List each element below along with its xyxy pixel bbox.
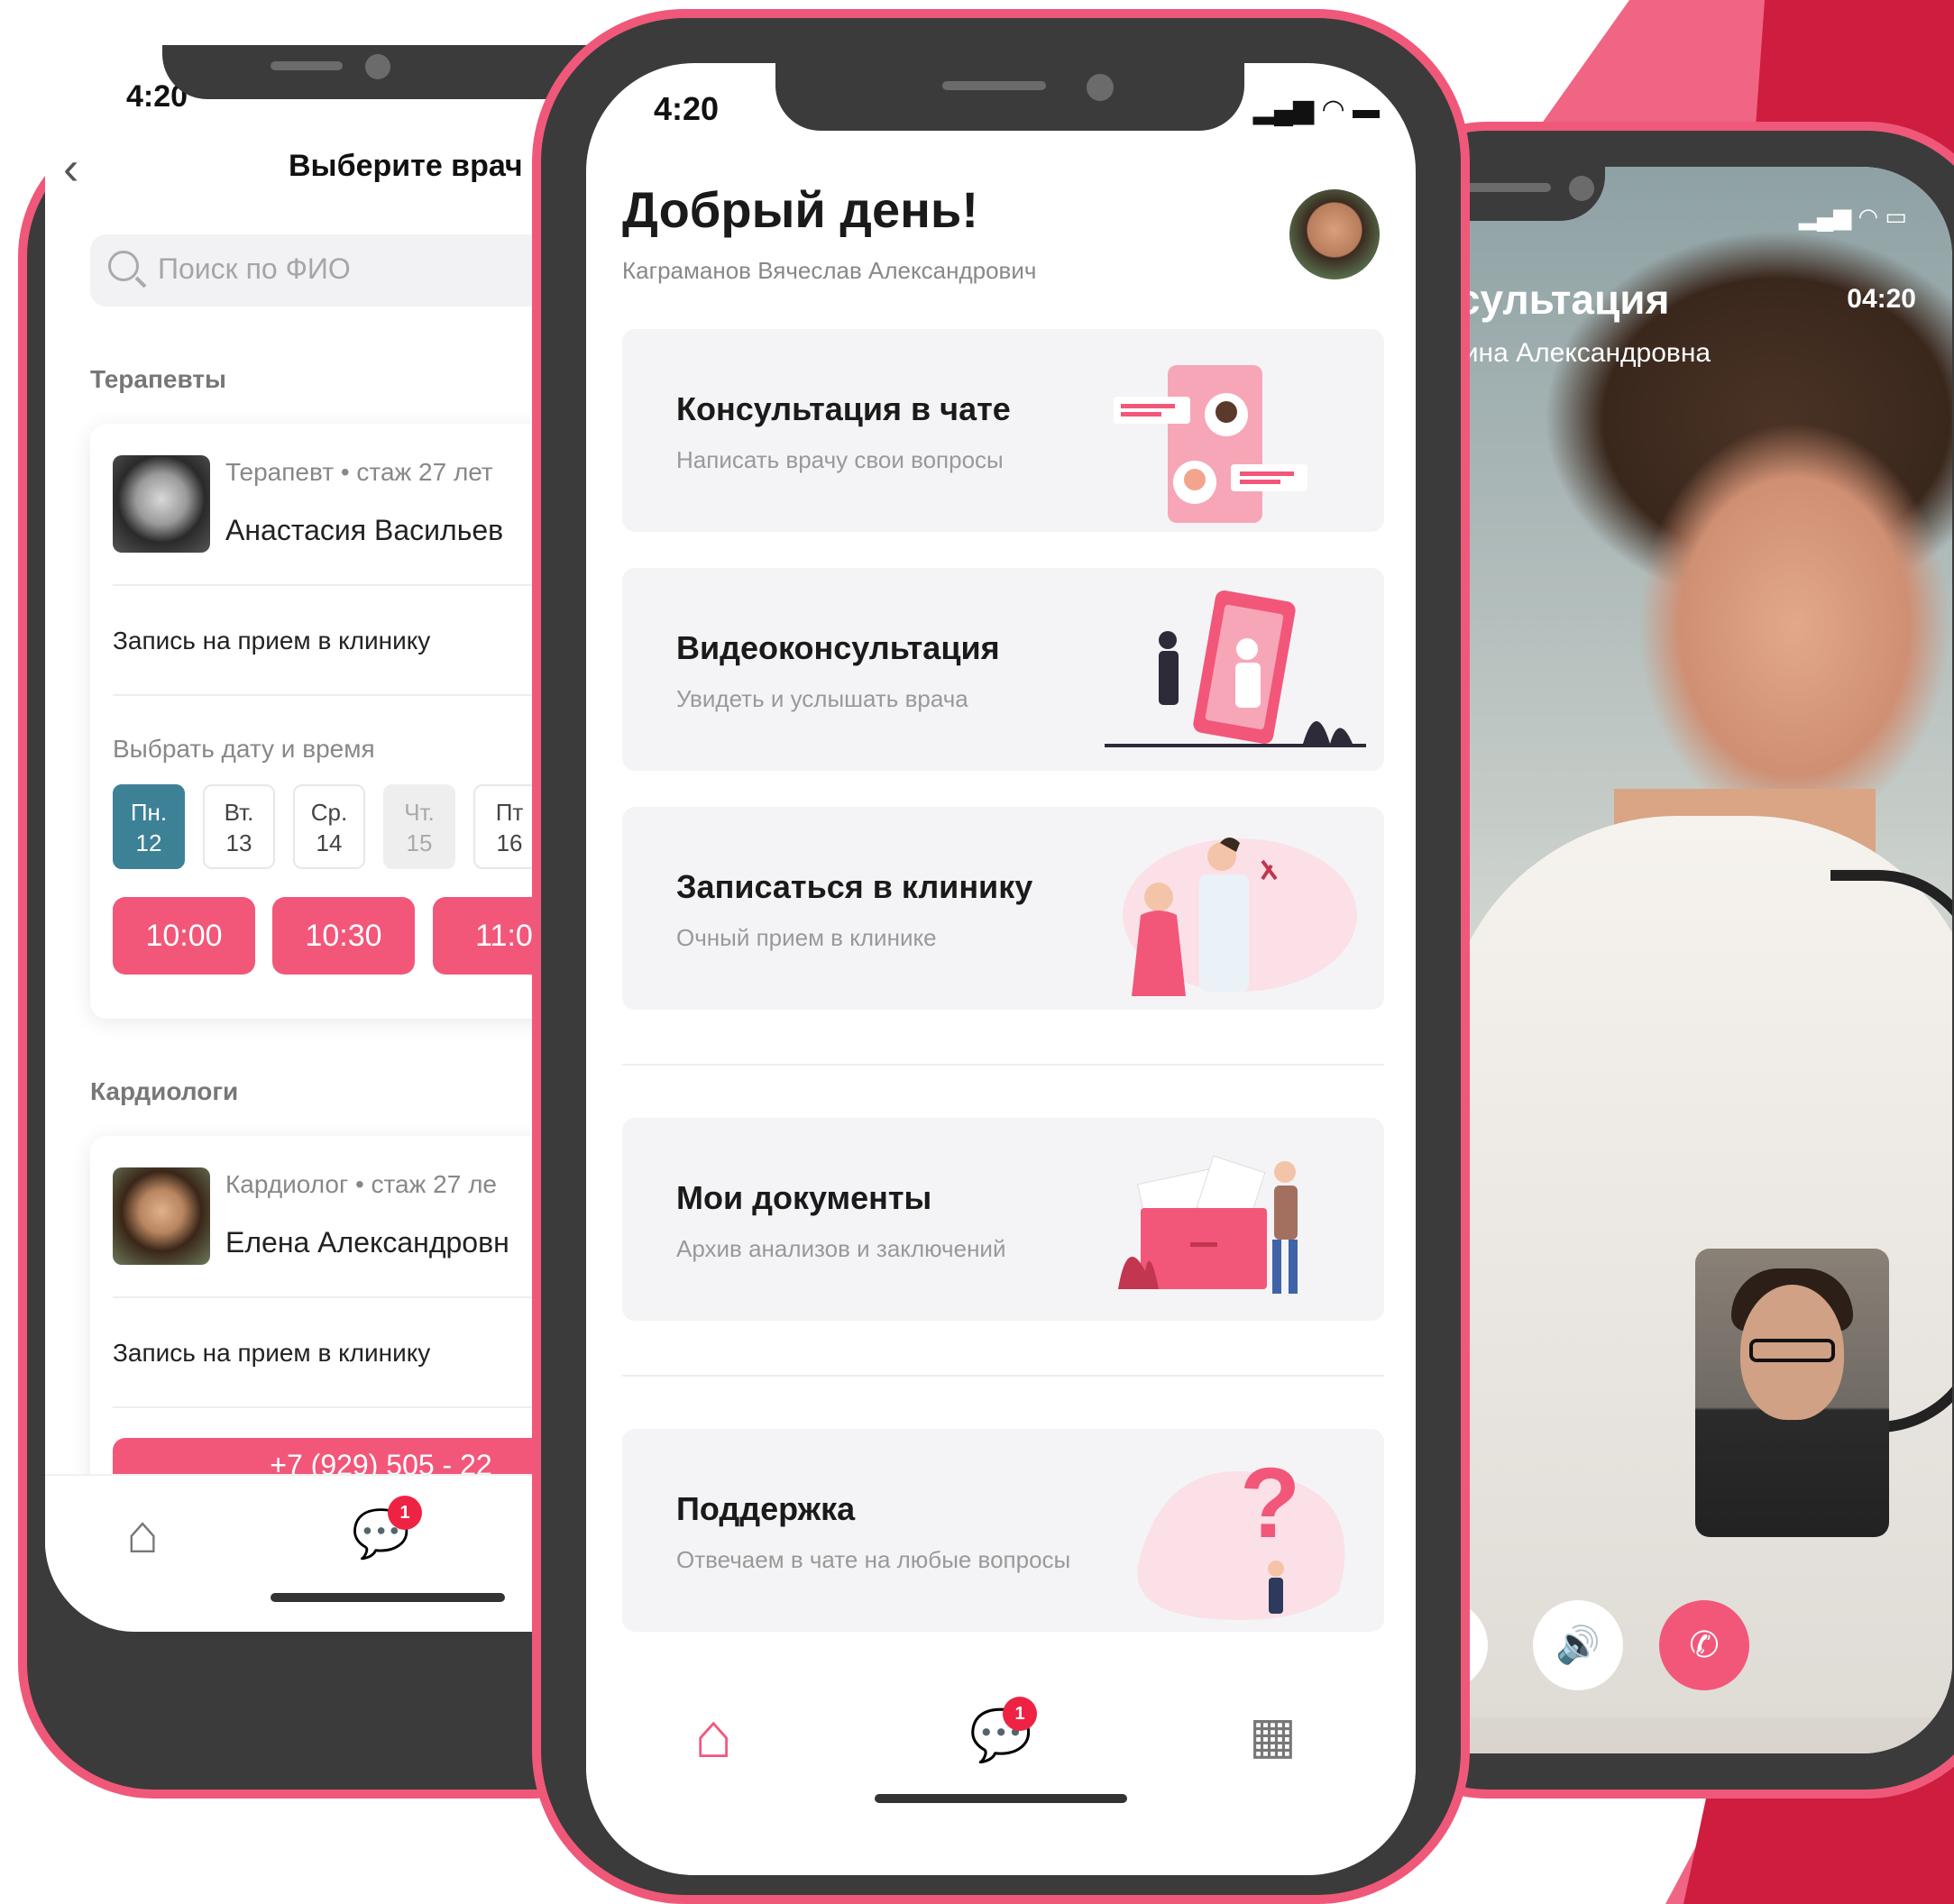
doctor-avatar bbox=[113, 455, 210, 553]
card-subtitle: Увидеть и услышать врача bbox=[676, 685, 968, 712]
home-indicator bbox=[875, 1794, 1127, 1803]
day-date: 15 bbox=[406, 829, 433, 856]
section-title-cardiologists: Кардиологи bbox=[90, 1077, 239, 1105]
chat-consultation-card[interactable]: Консультация в чате Написать врачу свои … bbox=[622, 329, 1384, 532]
video-illustration bbox=[1105, 590, 1366, 747]
doctor-name: Елена Александровн bbox=[225, 1226, 509, 1259]
notification-badge: 1 bbox=[388, 1496, 422, 1530]
support-illustration: ? bbox=[1137, 1448, 1345, 1620]
search-placeholder: Поиск по ФИО bbox=[158, 252, 351, 285]
divider bbox=[622, 1064, 1384, 1066]
day-weekday: Пн. bbox=[130, 799, 168, 826]
home-screen: 4:20 ▂▄▆ ◠ ▬ Добрый день! Каграманов Вяч… bbox=[586, 63, 1416, 1875]
speaker-icon[interactable]: 🔊 bbox=[1533, 1600, 1623, 1690]
clinic-appointment-link[interactable]: Запись на прием в клинику bbox=[113, 627, 430, 655]
card-title: Видеоконсультация bbox=[676, 629, 1000, 666]
back-icon[interactable]: ‹ bbox=[63, 145, 78, 192]
documents-card[interactable]: Мои документы Архив анализов и заключени… bbox=[622, 1118, 1384, 1321]
day-weekday: Чт. bbox=[404, 799, 435, 826]
user-avatar[interactable] bbox=[1289, 189, 1380, 279]
day-date: 14 bbox=[316, 829, 343, 856]
card-title: Записаться в клинику bbox=[676, 868, 1033, 905]
choose-date-label: Выбрать дату и время bbox=[113, 735, 375, 763]
card-title: Консультация в чате bbox=[676, 390, 1011, 427]
home-indicator bbox=[271, 1593, 505, 1602]
self-video-preview[interactable] bbox=[1695, 1249, 1889, 1537]
doctor-specialty: Терапевт • стаж 27 лет bbox=[225, 458, 493, 486]
time-slot-button[interactable]: 10:30 bbox=[272, 897, 415, 975]
card-subtitle: Написать врачу свои вопросы bbox=[676, 446, 1004, 473]
end-call-icon[interactable]: ✆ bbox=[1659, 1600, 1749, 1690]
section-title-therapists: Терапевты bbox=[90, 365, 226, 393]
day-date: 12 bbox=[135, 829, 162, 856]
day-button-disabled: Чт. 15 bbox=[383, 784, 455, 869]
documents-illustration bbox=[1118, 1155, 1298, 1294]
status-time: 4:20 bbox=[654, 90, 720, 127]
page-title: Выберите врач bbox=[289, 149, 523, 183]
day-date: 13 bbox=[225, 829, 252, 856]
day-button[interactable]: Вт. 13 bbox=[203, 784, 275, 869]
day-weekday: Вт. bbox=[224, 799, 254, 826]
self-glasses bbox=[1749, 1339, 1835, 1362]
tab-bar: ⌂ 💬 1 ▦ bbox=[586, 1677, 1416, 1812]
doctor-specialty: Кардиолог • стаж 27 ле bbox=[225, 1170, 497, 1198]
chat-illustration bbox=[1114, 365, 1307, 523]
time-slot-button[interactable]: 10:00 bbox=[113, 897, 255, 975]
clinic-illustration bbox=[1123, 838, 1357, 996]
svg-text:?: ? bbox=[1240, 1448, 1300, 1559]
search-icon bbox=[108, 251, 139, 281]
speaker bbox=[271, 61, 343, 70]
camera-dot bbox=[1087, 74, 1114, 101]
notification-badge: 1 bbox=[1003, 1697, 1037, 1731]
status-icons: ▂▄▆ ◠ ▬ bbox=[1252, 95, 1380, 124]
day-button[interactable]: Ср. 14 bbox=[293, 784, 365, 869]
status-icons: ▂▄▆ ◠ ▭ bbox=[1798, 203, 1907, 230]
day-weekday: Ср. bbox=[310, 799, 348, 826]
card-subtitle: Архив анализов и заключений bbox=[676, 1235, 1006, 1262]
video-consultation-card[interactable]: Видеоконсультация Увидеть и услышать вра… bbox=[622, 568, 1384, 771]
home-icon[interactable]: ⌂ bbox=[126, 1503, 159, 1566]
notch bbox=[775, 63, 1244, 131]
divider bbox=[622, 1375, 1384, 1377]
home-icon[interactable]: ⌂ bbox=[694, 1704, 732, 1767]
user-name: Каграманов Вячеслав Александрович bbox=[622, 257, 1037, 284]
clinic-appointment-link[interactable]: Запись на прием в клинику bbox=[113, 1339, 430, 1368]
speaker bbox=[942, 81, 1046, 90]
card-subtitle: Очный прием в клинике bbox=[676, 924, 937, 951]
card-title: Поддержка bbox=[676, 1490, 856, 1527]
greeting-title: Добрый день! bbox=[622, 181, 978, 238]
video-call-screen: ▂▄▆ ◠ ▭ онсультация 04:20 атерина Алекса… bbox=[1407, 167, 1952, 1753]
calendar-icon[interactable]: ▦ bbox=[1249, 1704, 1297, 1767]
camera-dot bbox=[1569, 176, 1594, 201]
day-button[interactable]: Пн. 12 bbox=[113, 784, 185, 869]
card-title: Мои документы bbox=[676, 1179, 932, 1216]
card-subtitle: Отвечаем в чате на любые вопросы bbox=[676, 1546, 1071, 1573]
clinic-appointment-card[interactable]: Записаться в клинику Очный прием в клини… bbox=[622, 807, 1384, 1010]
doctor-name: Анастасия Васильев bbox=[225, 514, 504, 546]
doctor-avatar bbox=[113, 1167, 210, 1265]
call-timer: 04:20 bbox=[1847, 284, 1916, 314]
support-card[interactable]: Поддержка Отвечаем в чате на любые вопро… bbox=[622, 1429, 1384, 1632]
camera-dot bbox=[365, 54, 390, 79]
